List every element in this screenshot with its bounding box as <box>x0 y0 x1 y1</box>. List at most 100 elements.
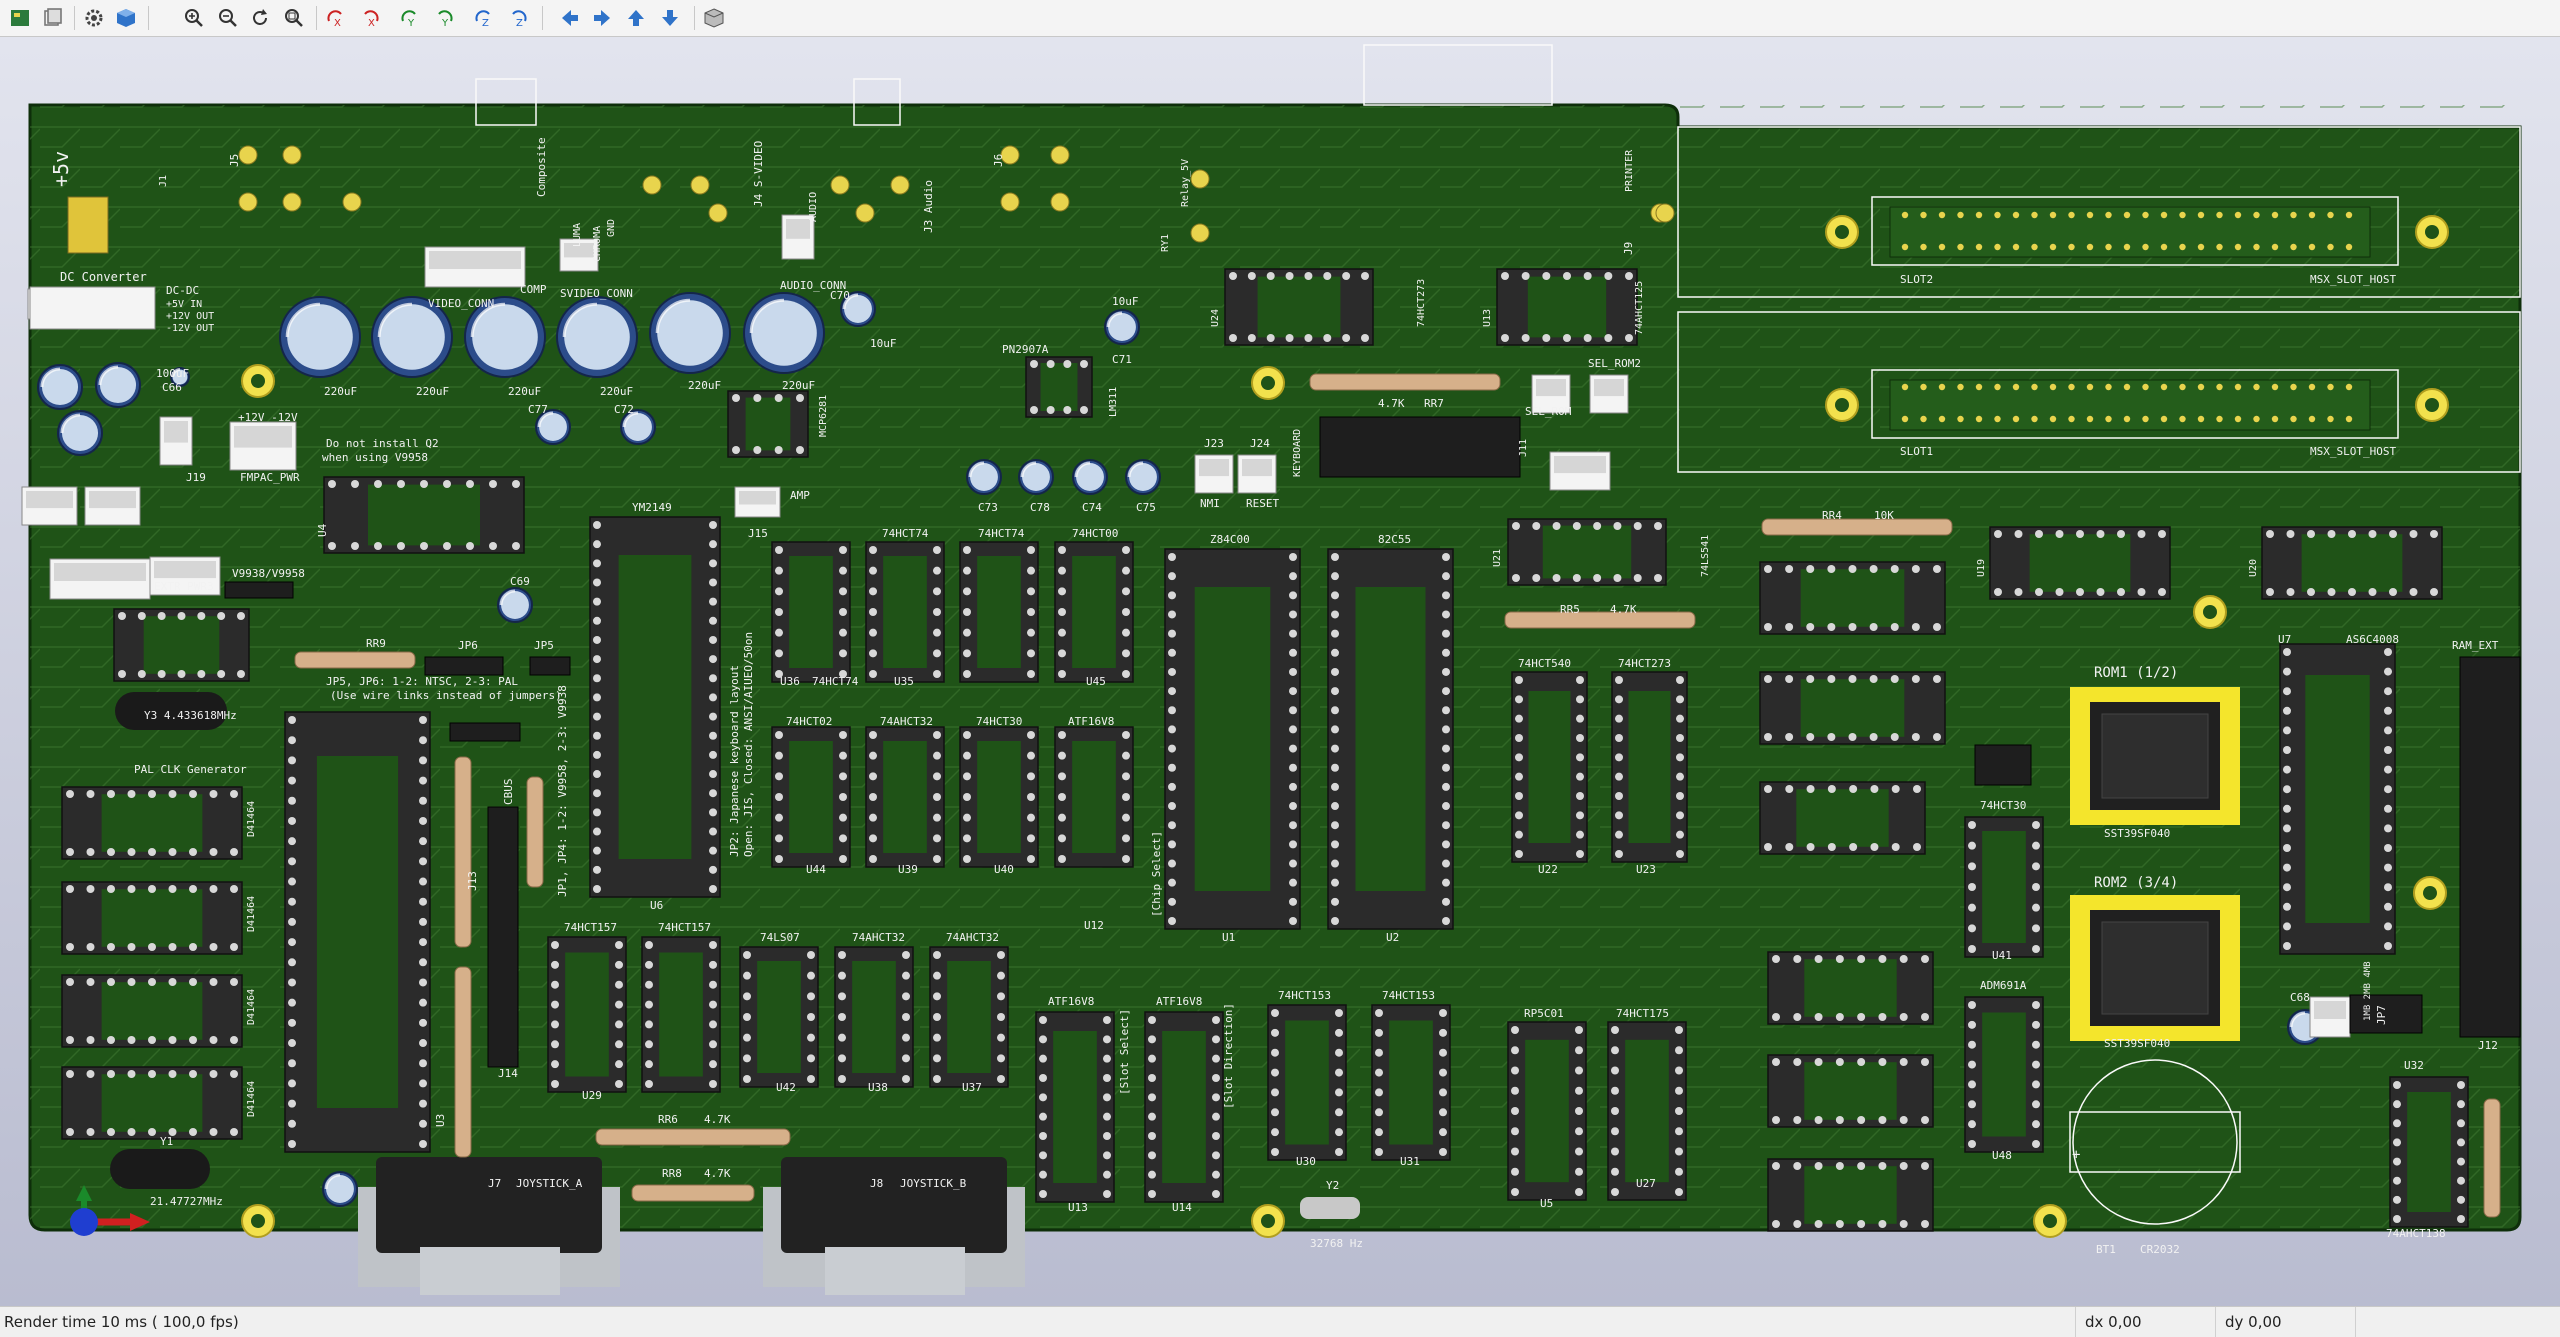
move-right-icon[interactable] <box>588 4 616 32</box>
silk-sst: SST39SF040 <box>2104 1037 2170 1050</box>
silk-cbus: CBUS <box>502 779 515 806</box>
silk-jp-note2: (Use wire links instead of jumpers) <box>330 689 562 702</box>
settings-icon[interactable] <box>80 4 108 32</box>
dip-socket <box>61 786 243 860</box>
silk-pn2907a: PN2907A <box>1002 343 1049 356</box>
move-down-icon[interactable] <box>656 4 684 32</box>
pin-header-black <box>1319 416 1521 478</box>
zoom-out-icon[interactable] <box>214 4 242 32</box>
dip-socket <box>1759 781 1926 855</box>
dy-readout: dy 0,00 <box>2225 1313 2282 1331</box>
redraw-icon[interactable] <box>246 4 274 32</box>
silk-slot2: SLOT2 <box>1900 273 1933 286</box>
zoom-fit-icon[interactable] <box>280 4 308 32</box>
pin-header <box>734 486 781 518</box>
dip-socket <box>1964 996 2044 1153</box>
silk-u27: U27 <box>1636 1177 1656 1190</box>
silk-dc-dc: DC-DC <box>166 284 199 297</box>
pcb-board-render: +5v J1 J5 Composite COMP VIDEO_CONN LUMA CHROMA… <box>21 44 2522 1295</box>
silk-composite: Composite <box>535 137 548 197</box>
silk-u7: U7 <box>2278 633 2291 646</box>
rotate-z-cw-icon[interactable]: Z <box>470 4 498 32</box>
electrolytic-capacitor <box>1125 459 1161 495</box>
electrolytic-capacitor <box>1018 459 1054 495</box>
copy-image-icon[interactable] <box>38 4 66 32</box>
3d-viewport[interactable]: +5v J1 J5 Composite COMP VIDEO_CONN LUMA CHROMA… <box>0 37 2560 1306</box>
dip-socket <box>739 946 819 1088</box>
silk-u38: U38 <box>868 1081 888 1094</box>
silk-cap-220: 220uF <box>416 385 449 398</box>
silk-ls541: 74LS541 <box>1700 535 1711 577</box>
move-left-icon[interactable] <box>556 4 584 32</box>
dip-socket <box>1054 726 1134 868</box>
silk-hct153: 74HCT153 <box>1278 989 1331 1002</box>
silk-plus12-minus12: +12V -12V <box>238 411 298 424</box>
silk-rr9: RR9 <box>366 637 386 650</box>
silk-u19: U19 <box>1976 559 1987 577</box>
silk-d41464: D41464 <box>246 896 257 932</box>
silk-chroma: CHROMA <box>592 226 603 262</box>
pin-header <box>1194 454 1234 494</box>
silk-hct153: 74HCT153 <box>1382 989 1435 1002</box>
silk-ym2149: YM2149 <box>632 501 672 514</box>
silk-hct00: 74HCT00 <box>1072 527 1118 540</box>
silk-r10k: 10K <box>1874 509 1894 522</box>
3d-view-icon[interactable] <box>112 4 140 32</box>
silk-u24: U24 <box>1210 309 1221 327</box>
silk-c68: C68 <box>2290 991 2310 1004</box>
dip-socket <box>61 1066 243 1140</box>
move-up-icon[interactable] <box>622 4 650 32</box>
silk-d41464: D41464 <box>246 1081 257 1117</box>
pin-header <box>21 486 78 526</box>
silk-plus5-in: +5V IN <box>166 299 202 310</box>
rotate-y-ccw-icon[interactable]: Y <box>430 4 458 32</box>
rotate-y-cw-icon[interactable]: Y <box>396 4 424 32</box>
silk-rom2: ROM2 (3/4) <box>2094 875 2178 891</box>
silk-j13: J13 <box>466 871 479 891</box>
dip-socket <box>959 541 1039 683</box>
toolbar: X X Y Y Z Z <box>0 0 2560 37</box>
svg-text:X: X <box>368 18 375 29</box>
dip-socket <box>959 726 1039 868</box>
silk-c66: C66 <box>162 381 182 394</box>
silk-jp-note1: JP5, JP6: 1-2: NTSC, 2-3: PAL <box>326 675 518 688</box>
dip-socket <box>727 390 809 458</box>
rotate-z-ccw-icon[interactable]: Z <box>504 4 532 32</box>
silk-cap-220: 220uF <box>688 379 721 392</box>
silk-c77: C77 <box>528 403 548 416</box>
silk-video-conn: VIDEO_CONN <box>428 297 494 310</box>
zoom-in-icon[interactable] <box>180 4 208 32</box>
orthographic-icon[interactable] <box>700 4 728 32</box>
silk-u35: U35 <box>894 675 914 688</box>
dip-socket <box>771 726 851 868</box>
silk-rp5c01: RP5C01 <box>1524 1007 1564 1020</box>
dip-socket <box>61 881 243 955</box>
silk-r4-7k: 4.7K <box>704 1167 731 1180</box>
electrolytic-capacitor <box>1072 459 1108 495</box>
pin-header-black <box>529 656 571 676</box>
rotate-x-ccw-icon[interactable]: X <box>356 4 384 32</box>
silk-u2: U2 <box>1386 931 1399 944</box>
pin-header <box>2309 996 2351 1038</box>
silk-j6: J6 <box>992 154 1005 167</box>
rotate-x-cw-icon[interactable]: X <box>322 4 350 32</box>
silk-gnd: GND <box>606 219 617 237</box>
silk-atf16v8: ATF16V8 <box>1156 995 1202 1008</box>
silk-cap-220: 220uF <box>600 385 633 398</box>
electrolytic-capacitor <box>556 296 638 378</box>
dip-socket <box>547 936 627 1093</box>
silk-u4: U4 <box>316 523 329 537</box>
electrolytic-capacitor <box>57 410 103 456</box>
silk-u6: U6 <box>650 899 663 912</box>
silk-mcp6281: MCP6281 <box>818 395 829 437</box>
silk-jp1-note: JP1, JP4: 1-2: V9958, 2-3: V9938 <box>556 685 569 897</box>
silk-j23: J23 <box>1204 437 1224 450</box>
reload-board-icon[interactable] <box>6 4 34 32</box>
dip-socket <box>589 516 721 898</box>
dip-socket <box>1759 561 1946 635</box>
silk-cap-220: 220uF <box>324 385 357 398</box>
silk-jp2-note2: Open: JIS, Closed: ANSI/AIUEO/50on <box>742 632 755 857</box>
silk-u44: U44 <box>806 863 826 876</box>
electrolytic-capacitor <box>322 1171 358 1207</box>
silk-j8: J8 <box>870 1177 883 1190</box>
